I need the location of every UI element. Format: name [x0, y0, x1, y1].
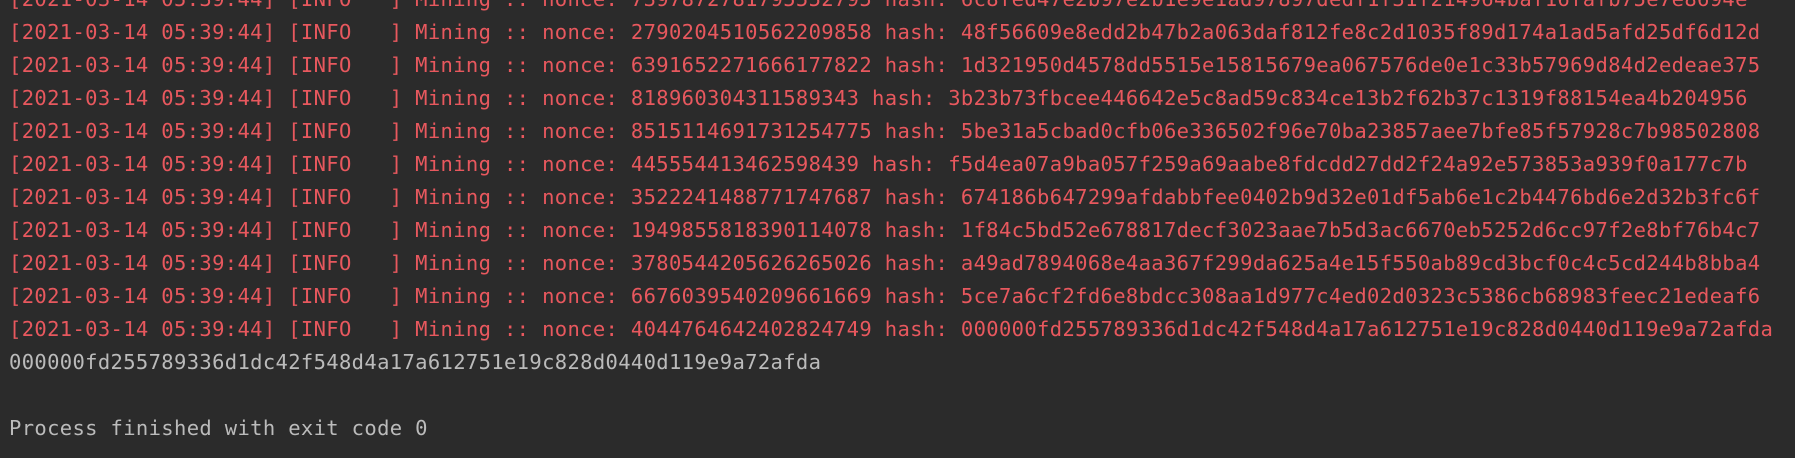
- log-line: [2021-03-14 05:39:44] [INFO ] Mining :: …: [9, 119, 1761, 143]
- log-line: [2021-03-14 05:39:44] [INFO ] Mining :: …: [9, 284, 1761, 308]
- log-line: [2021-03-14 05:39:44] [INFO ] Mining :: …: [9, 251, 1761, 275]
- console-output: [2021-03-14 05:39:44] [INFO ] Mining :: …: [9, 0, 1795, 445]
- log-line: [2021-03-14 05:39:44] [INFO ] Mining :: …: [9, 218, 1761, 242]
- log-line: [2021-03-14 05:39:44] [INFO ] Mining :: …: [9, 86, 1748, 110]
- log-line: [2021-03-14 05:39:44] [INFO ] Mining :: …: [9, 20, 1761, 44]
- log-line: [2021-03-14 05:39:44] [INFO ] Mining :: …: [9, 0, 1795, 16]
- log-line: [2021-03-14 05:39:44] [INFO ] Mining :: …: [9, 317, 1774, 341]
- result-hash: 000000fd255789336d1dc42f548d4a17a612751e…: [9, 350, 822, 374]
- console-right-edge: [1783, 0, 1795, 458]
- log-line: [2021-03-14 05:39:44] [INFO ] Mining :: …: [9, 53, 1761, 77]
- log-line: [2021-03-14 05:39:44] [INFO ] Mining :: …: [9, 185, 1761, 209]
- log-line: [2021-03-14 05:39:44] [INFO ] Mining :: …: [9, 152, 1748, 176]
- run-console[interactable]: [2021-03-14 05:39:44] [INFO ] Mining :: …: [0, 0, 1795, 458]
- exit-message: Process finished with exit code 0: [9, 416, 428, 440]
